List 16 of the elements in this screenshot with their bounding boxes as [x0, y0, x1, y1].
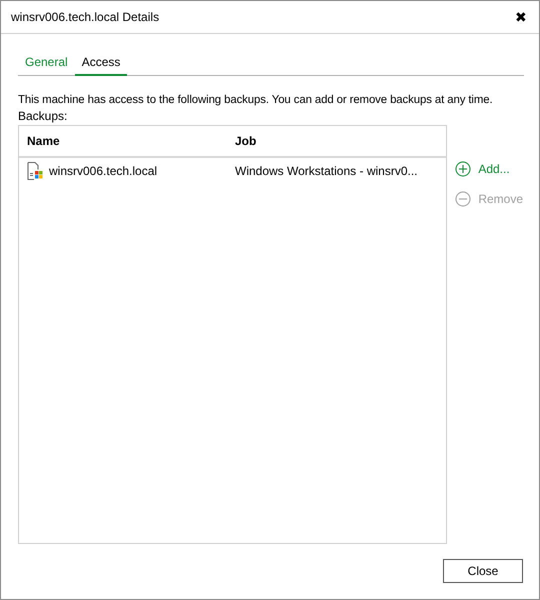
minus-circle-icon: [455, 191, 472, 207]
description-text: This machine has access to the following backups. You can add or remove backups at any time.: [18, 94, 494, 106]
table-cell: winsrv006.tech.local: [49, 164, 158, 178]
table-cell-text: Windows Workstations - winsrv0...: [234, 164, 418, 178]
plus-circle-icon: [455, 161, 472, 177]
column-header: Name: [26, 134, 61, 148]
table-row[interactable]: winsrv006.tech.local Windows Workstations - winsrv0...: [19, 158, 446, 184]
server-icon: [27, 162, 43, 180]
tab[interactable]: General: [18, 52, 75, 76]
column-header: Job: [234, 134, 258, 148]
close-dialog-button[interactable]: Close: [443, 559, 523, 583]
tab[interactable]: Access: [74, 52, 128, 76]
add-button[interactable]: Add...: [455, 159, 523, 179]
window-title: winsrv006.tech.local Details: [11, 10, 160, 24]
close-button[interactable]: ✖: [515, 9, 527, 25]
backups-label: Backups:: [18, 109, 68, 123]
